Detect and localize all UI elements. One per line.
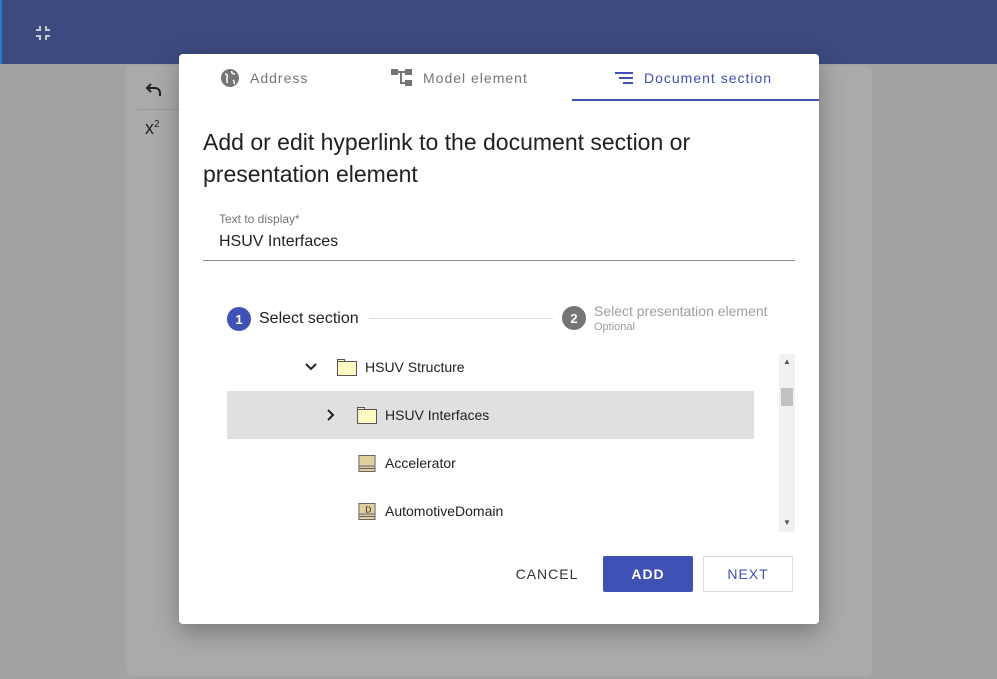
folder-icon xyxy=(357,406,377,424)
step-select-section[interactable]: 1 Select section xyxy=(227,307,359,331)
add-button[interactable]: ADD xyxy=(603,556,693,592)
sort-lines-icon xyxy=(615,72,633,84)
scrollbar-thumb[interactable] xyxy=(781,388,793,406)
dialog-title: Add or edit hyperlink to the document se… xyxy=(203,129,691,187)
text-to-display-label: Text to display* xyxy=(219,212,300,226)
globe-icon xyxy=(221,69,239,87)
stepper-connector xyxy=(369,318,553,319)
domain-block-icon: D xyxy=(358,502,376,520)
tree-item-selected[interactable]: HSUV Interfaces xyxy=(227,391,754,439)
step-label: Select presentation element xyxy=(594,303,768,319)
scroll-up-arrow[interactable]: ▲ xyxy=(783,357,791,366)
tree-item[interactable]: HSUV Structure xyxy=(227,354,754,391)
folder-icon xyxy=(337,358,357,376)
svg-text:D: D xyxy=(365,504,371,514)
active-tab-indicator xyxy=(572,99,819,101)
tab-document-section[interactable]: Document section xyxy=(614,54,772,102)
tree-item[interactable]: D AutomotiveDomain xyxy=(227,487,754,534)
step-sublabel: Optional xyxy=(594,321,635,333)
tab-address[interactable]: Address xyxy=(220,54,308,102)
chevron-right-icon[interactable] xyxy=(327,409,335,421)
fullscreen-exit-icon[interactable] xyxy=(34,24,52,42)
section-tree: HSUV Structure HSUV Interfaces Accelerat… xyxy=(227,354,754,534)
tree-item-label: HSUV Interfaces xyxy=(385,407,490,423)
step-number: 1 xyxy=(227,307,251,331)
tree-item-label: Accelerator xyxy=(385,455,456,471)
step-label: Select section xyxy=(259,310,359,327)
tree-item-label: HSUV Structure xyxy=(365,359,465,375)
tab-label: Document section xyxy=(644,70,773,86)
step-number: 2 xyxy=(562,306,586,330)
tree-item-label: AutomotiveDomain xyxy=(385,503,504,519)
cancel-button[interactable]: CANCEL xyxy=(507,556,587,592)
tree-scrollbar[interactable]: ▲ ▼ xyxy=(779,354,795,532)
tab-label: Model element xyxy=(423,70,528,86)
input-underline xyxy=(203,260,795,261)
scroll-down-arrow[interactable]: ▼ xyxy=(783,518,791,527)
block-icon xyxy=(358,454,376,472)
undo-icon[interactable] xyxy=(144,80,164,100)
text-to-display-input[interactable] xyxy=(219,233,769,251)
chevron-down-icon[interactable] xyxy=(305,363,317,371)
hyperlink-dialog: Address Model element Document section A… xyxy=(179,54,819,624)
tab-model-element[interactable]: Model element xyxy=(391,54,528,102)
step-select-presentation-element[interactable]: 2 Select presentation element Optional xyxy=(562,303,768,333)
tab-bar: Address Model element Document section xyxy=(179,54,819,102)
next-button[interactable]: NEXT xyxy=(703,556,793,592)
superscript-icon[interactable]: x2 xyxy=(145,118,160,139)
hierarchy-icon xyxy=(391,69,412,86)
tree-item[interactable]: Accelerator xyxy=(227,439,754,487)
tab-label: Address xyxy=(250,70,309,86)
